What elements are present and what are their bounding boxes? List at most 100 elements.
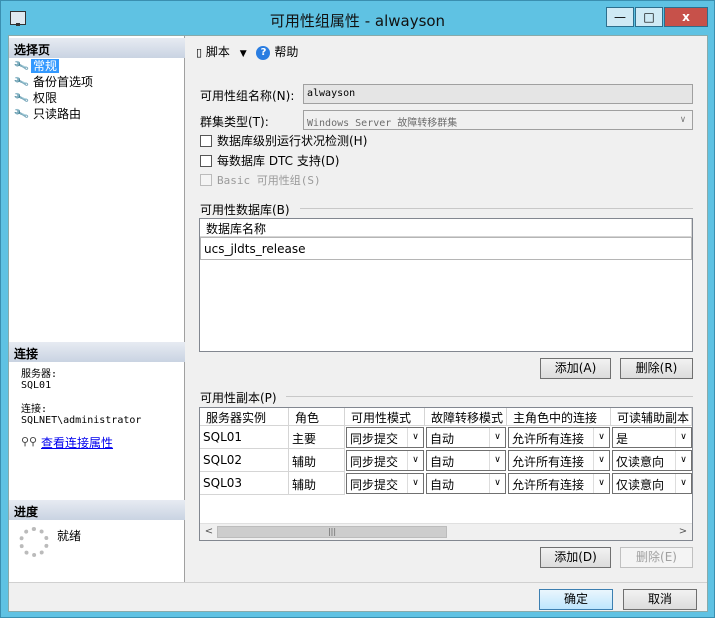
- add-replica-button[interactable]: 添加(D): [540, 547, 611, 568]
- scrollbar-thumb[interactable]: |||: [217, 526, 447, 538]
- connection-header: 连接: [9, 342, 185, 362]
- readable-secondary-select[interactable]: 是 ∨: [612, 427, 692, 448]
- cluster-type-select[interactable]: Windows Server 故障转移群集 ∨: [303, 110, 693, 130]
- remove-replica-button[interactable]: 删除(E): [620, 547, 693, 568]
- failover-mode-select[interactable]: 自动 ∨: [426, 450, 506, 471]
- minimize-button[interactable]: —: [606, 7, 634, 27]
- replica-server-cell[interactable]: SQL02: [200, 449, 289, 472]
- ag-name-label: 可用性组名称(N):: [200, 89, 295, 103]
- failover-mode-select[interactable]: 自动 ∨: [426, 473, 506, 494]
- server-value: SQL01: [21, 380, 52, 391]
- title-bar[interactable]: 可用性组属性 - alwayson — □ x: [1, 1, 714, 35]
- readable-secondary-select[interactable]: 仅读意向 ∨: [612, 473, 692, 494]
- replica-server-cell[interactable]: SQL03: [200, 472, 289, 495]
- chevron-down-icon: ∨: [593, 451, 609, 470]
- availability-databases-label: 可用性数据库(B): [200, 203, 290, 217]
- primary-connections-select[interactable]: 允许所有连接 ∨: [508, 450, 610, 471]
- chevron-down-icon: ∨: [489, 451, 505, 470]
- section-divider: [300, 208, 693, 209]
- dialog-footer: 确定 取消: [9, 582, 707, 611]
- scroll-right-icon[interactable]: >: [676, 525, 690, 539]
- nav-item-readonly-routing[interactable]: 🔧 只读路由: [12, 105, 83, 123]
- chevron-down-icon: ∨: [593, 474, 609, 493]
- select-value: 仅读意向: [616, 478, 665, 492]
- chevron-down-icon: ∨: [407, 428, 423, 447]
- primary-connections-select[interactable]: 允许所有连接 ∨: [508, 473, 610, 494]
- select-value: 允许所有连接: [512, 478, 585, 492]
- replica-role-cell[interactable]: 辅助: [289, 472, 345, 495]
- server-label: 服务器:: [21, 369, 58, 380]
- basic-ag-checkbox[interactable]: Basic 可用性组(S): [200, 174, 321, 188]
- checkbox-label: Basic 可用性组(S): [217, 174, 321, 187]
- select-value: 同步提交: [350, 432, 399, 446]
- chevron-down-icon: ∨: [407, 474, 423, 493]
- connection-properties-icon: ⚲⚲: [21, 435, 38, 448]
- remove-database-button[interactable]: 删除(R): [620, 358, 693, 379]
- primary-connections-select[interactable]: 允许所有连接 ∨: [508, 427, 610, 448]
- availability-mode-select[interactable]: 同步提交 ∨: [346, 473, 424, 494]
- ok-button[interactable]: 确定: [539, 589, 613, 610]
- help-icon: ?: [256, 45, 271, 60]
- chevron-down-icon: ∨: [675, 451, 691, 470]
- toolbar: ▯ 脚本 ▼ ? 帮助: [196, 44, 298, 62]
- scroll-left-icon[interactable]: <: [202, 525, 216, 539]
- grid-header-role[interactable]: 角色: [289, 408, 345, 426]
- readable-secondary-select[interactable]: 仅读意向 ∨: [612, 450, 692, 471]
- cancel-button[interactable]: 取消: [623, 589, 697, 610]
- maximize-button[interactable]: □: [635, 7, 663, 27]
- checkbox-box: [200, 155, 212, 167]
- failover-mode-select[interactable]: 自动 ∨: [426, 427, 506, 448]
- nav-item-backup-preferences[interactable]: 🔧 备份首选项: [13, 74, 95, 91]
- add-database-button[interactable]: 添加(A): [540, 358, 611, 379]
- replicas-grid[interactable]: 服务器实例 角色 可用性模式 故障转移模式 主角色中的连接 可读辅助副本 SQL…: [199, 407, 693, 541]
- ag-name-field[interactable]: alwayson: [303, 84, 693, 104]
- grid-header-server-instance[interactable]: 服务器实例: [200, 408, 289, 426]
- connection-value: SQLNET\administrator: [21, 415, 142, 426]
- grid-header-primary-connections[interactable]: 主角色中的连接: [507, 408, 611, 426]
- horizontal-scrollbar[interactable]: < ||| >: [200, 523, 692, 540]
- script-dropdown-icon[interactable]: ▼: [240, 49, 247, 59]
- table-row[interactable]: ucs_jldts_release: [200, 237, 692, 260]
- progress-status: 就绪: [57, 529, 82, 543]
- replica-role-cell[interactable]: 辅助: [289, 449, 345, 472]
- chevron-down-icon: ∨: [407, 451, 423, 470]
- right-pane: ▯ 脚本 ▼ ? 帮助 可用性组名称(N): alwayson 群集类型(T):…: [186, 36, 707, 582]
- close-button[interactable]: x: [664, 7, 708, 27]
- dialog-client: 选择页 🔧 常规 🔧 备份首选项 🔧 权限 🔧 只读路由 连接 服务器: SQL01 连…: [8, 35, 708, 612]
- grid-header-database-name[interactable]: 数据库名称: [200, 219, 692, 237]
- view-connection-properties-link[interactable]: 查看连接属性: [41, 434, 113, 451]
- chevron-down-icon: ∨: [675, 428, 691, 447]
- connection-label: 连接:: [21, 404, 48, 415]
- cluster-type-label: 群集类型(T):: [200, 115, 269, 129]
- wrench-icon: 🔧: [12, 105, 31, 123]
- availability-mode-select[interactable]: 同步提交 ∨: [346, 427, 424, 448]
- script-button[interactable]: 脚本: [206, 45, 230, 59]
- replica-server-cell[interactable]: SQL01: [200, 426, 289, 449]
- select-value: 同步提交: [350, 455, 399, 469]
- checkbox-label: 数据库级别运行状况检测(H): [217, 134, 368, 148]
- db-health-check-checkbox[interactable]: 数据库级别运行状况检测(H): [200, 134, 367, 148]
- checkbox-box: [200, 135, 212, 147]
- chevron-down-icon: ∨: [489, 428, 505, 447]
- dialog-window: 可用性组属性 - alwayson — □ x 选择页 🔧 常规 🔧 备份首选项 🔧…: [0, 0, 715, 618]
- cluster-type-value: Windows Server 故障转移群集: [307, 118, 458, 129]
- nav-item-general[interactable]: 🔧 常规: [13, 58, 60, 75]
- section-divider: [286, 396, 693, 397]
- chevron-down-icon: ∨: [593, 428, 609, 447]
- replica-role-cell[interactable]: 主要: [289, 426, 345, 449]
- help-button[interactable]: 帮助: [274, 45, 298, 59]
- checkbox-label: 每数据库 DTC 支持(D): [217, 154, 340, 168]
- select-value: 仅读意向: [616, 455, 665, 469]
- databases-grid[interactable]: 数据库名称 ucs_jldts_release: [199, 218, 693, 352]
- select-page-header: 选择页: [9, 38, 185, 58]
- availability-mode-select[interactable]: 同步提交 ∨: [346, 450, 424, 471]
- select-value: 自动: [430, 455, 455, 469]
- nav-item-permissions[interactable]: 🔧 权限: [13, 90, 59, 107]
- per-db-dtc-checkbox[interactable]: 每数据库 DTC 支持(D): [200, 154, 339, 168]
- progress-spinner-icon: [19, 527, 49, 557]
- grid-header-availability-mode[interactable]: 可用性模式: [345, 408, 425, 426]
- grid-header-readable-secondary[interactable]: 可读辅助副本: [611, 408, 692, 426]
- grid-header-failover-mode[interactable]: 故障转移模式: [425, 408, 507, 426]
- chevron-down-icon: ∨: [680, 115, 686, 125]
- select-value: 允许所有连接: [512, 432, 585, 446]
